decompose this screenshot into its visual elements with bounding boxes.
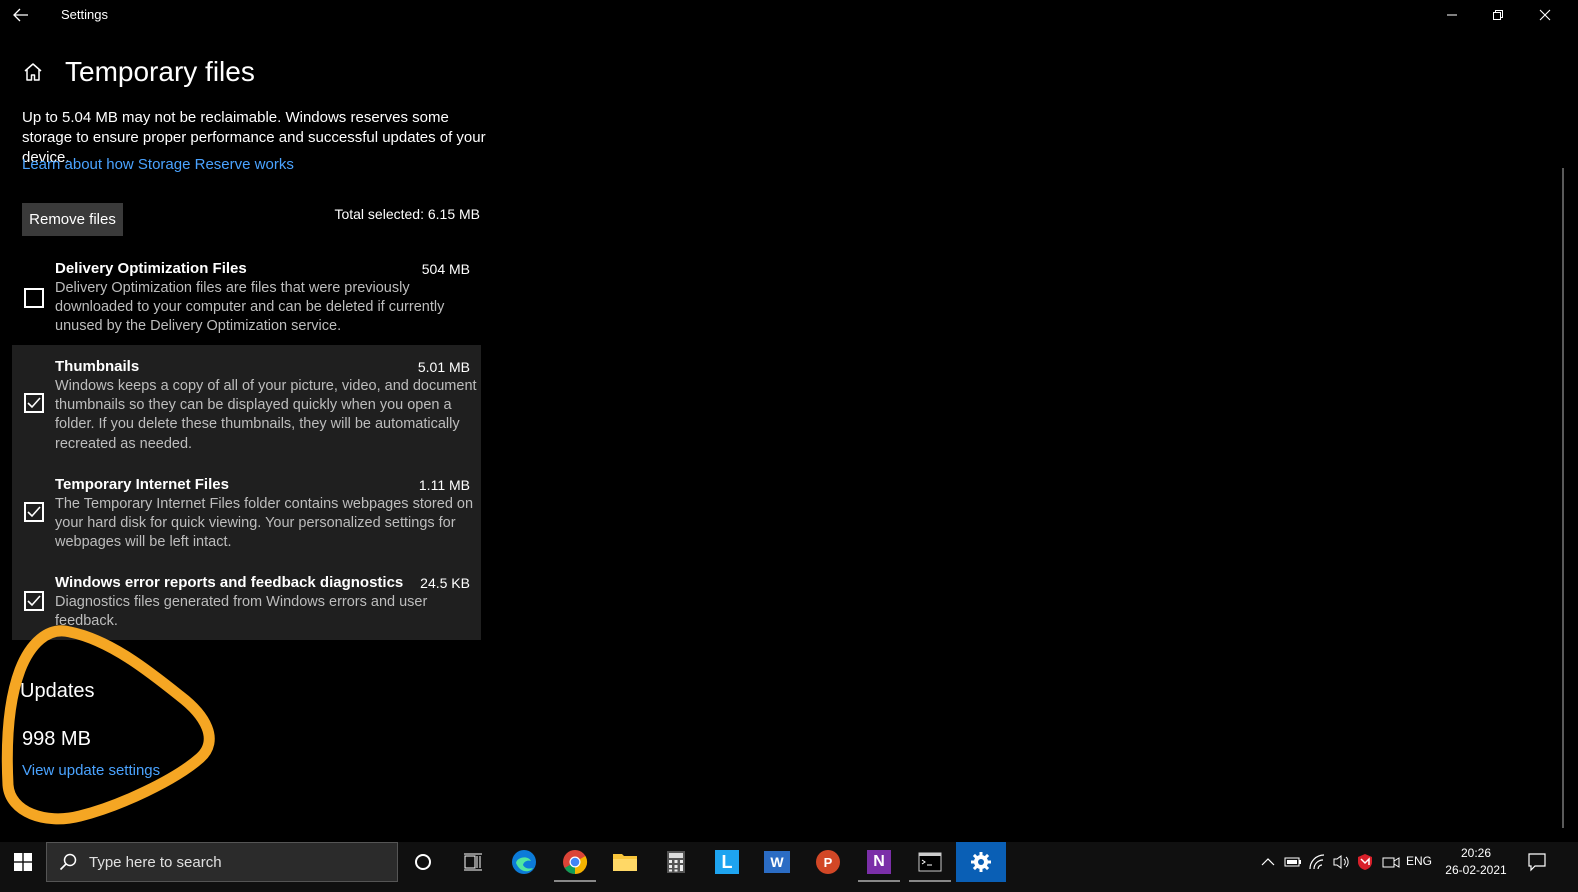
temp-file-item-error-reports[interactable]: Windows error reports and feedback diagn… [12,563,481,640]
wifi-icon [1309,854,1325,870]
network-button[interactable] [1306,842,1328,882]
onenote-icon: N [867,850,891,874]
chevron-up-icon [1261,858,1275,866]
powerpoint-icon: P [816,850,840,874]
word-button[interactable]: W [752,842,802,882]
close-button[interactable] [1522,0,1568,30]
item-name: Delivery Optimization Files [55,260,247,277]
input-language[interactable]: ENG [1406,854,1432,868]
battery-icon [1284,857,1301,867]
storage-reserve-link[interactable]: Learn about how Storage Reserve works [22,156,294,173]
total-selected: Total selected: 6.15 MB [334,206,480,222]
annotation-circle [1,625,215,825]
updates-heading: Updates [20,680,95,702]
show-hidden-icons-button[interactable] [1258,842,1278,882]
file-explorer-button[interactable] [600,842,650,882]
settings-taskbar-button[interactable] [956,842,1006,882]
page-title: Temporary files [65,56,255,87]
back-button[interactable] [8,4,34,26]
remove-files-button[interactable]: Remove files [22,203,123,236]
checkbox[interactable] [24,502,44,522]
chrome-icon [563,850,588,874]
taskbar: Type here to search L W P N ENG 20:26 26… [0,842,1578,892]
clock-date: 26-02-2021 [1445,863,1507,877]
notification-icon [1528,853,1546,872]
l-app-icon: L [715,850,739,874]
clock-time: 20:26 [1460,846,1492,860]
checkmark-icon [27,595,41,607]
action-center-button[interactable] [1522,842,1552,882]
meet-now-button[interactable] [1380,842,1402,882]
item-size: 5.01 MB [417,359,470,375]
clock[interactable]: 20:26 26-02-2021 [1440,845,1512,879]
running-indicator [858,880,900,882]
shield-icon [1358,854,1372,870]
search-icon [59,853,77,871]
item-size: 504 MB [421,261,470,277]
item-description: Diagnostics files generated from Windows… [55,594,428,630]
item-name: Thumbnails [55,358,140,375]
task-view-icon [464,853,482,871]
taskbar-search-box[interactable]: Type here to search [46,842,398,882]
onenote-button[interactable]: N [854,842,904,882]
volume-button[interactable] [1330,842,1352,882]
item-description: Windows keeps a copy of all of your pict… [55,378,477,452]
word-icon: W [764,851,790,873]
restore-button[interactable] [1475,0,1521,30]
windows-logo-icon [14,853,32,871]
temp-file-item-temporary-internet-files[interactable]: Temporary Internet Files 1.11 MB The Tem… [12,463,481,563]
page-header: Temporary files [20,54,255,90]
checkbox[interactable] [24,393,44,413]
temp-file-item-thumbnails[interactable]: Thumbnails 5.01 MB Windows keeps a copy … [12,345,481,463]
calculator-icon [667,851,685,873]
checkmark-icon [27,506,41,518]
start-button[interactable] [0,842,46,882]
camera-icon [1382,857,1400,868]
edge-icon [512,850,536,874]
minimize-button[interactable] [1429,0,1475,30]
terminal-icon [918,852,942,872]
calculator-button[interactable] [651,842,701,882]
powerpoint-button[interactable]: P [803,842,853,882]
search-placeholder: Type here to search [89,853,222,871]
back-arrow-icon [13,8,28,22]
item-size: 24.5 KB [420,575,470,591]
terminal-button[interactable] [905,842,955,882]
item-name: Windows error reports and feedback diagn… [55,574,404,591]
app-title: Settings [61,7,108,22]
running-indicator [554,880,596,882]
minimize-icon [1447,14,1457,16]
updates-size: 998 MB [22,728,91,750]
checkbox[interactable] [24,288,44,308]
mcafee-button[interactable] [1354,842,1376,882]
item-description: Delivery Optimization files are files th… [55,280,445,335]
item-name: Temporary Internet Files [55,476,229,493]
speaker-icon [1333,855,1349,869]
chrome-button[interactable] [550,842,600,882]
home-icon [24,63,42,81]
scrollbar[interactable] [1562,168,1564,828]
folder-icon [613,854,637,871]
battery-button[interactable] [1282,842,1304,882]
l-app-button[interactable]: L [702,842,752,882]
cortana-icon [415,854,431,870]
checkmark-icon [27,397,41,409]
cortana-button[interactable] [398,842,448,882]
temp-file-item-delivery-optimization[interactable]: Delivery Optimization Files 504 MB Deliv… [12,252,481,344]
home-button[interactable] [20,59,46,85]
view-update-settings-link[interactable]: View update settings [22,762,160,779]
close-icon [1539,9,1551,21]
running-indicator [909,880,951,882]
checkbox[interactable] [24,591,44,611]
task-view-button[interactable] [448,842,498,882]
restore-icon [1493,10,1503,20]
settings-window: Settings Temporary files Up to 5.04 MB m… [0,0,1578,842]
gear-icon [971,852,991,872]
item-size: 1.11 MB [418,477,470,493]
edge-button[interactable] [499,842,549,882]
item-description: The Temporary Internet Files folder cont… [55,496,474,551]
title-bar: Settings [0,0,1578,30]
